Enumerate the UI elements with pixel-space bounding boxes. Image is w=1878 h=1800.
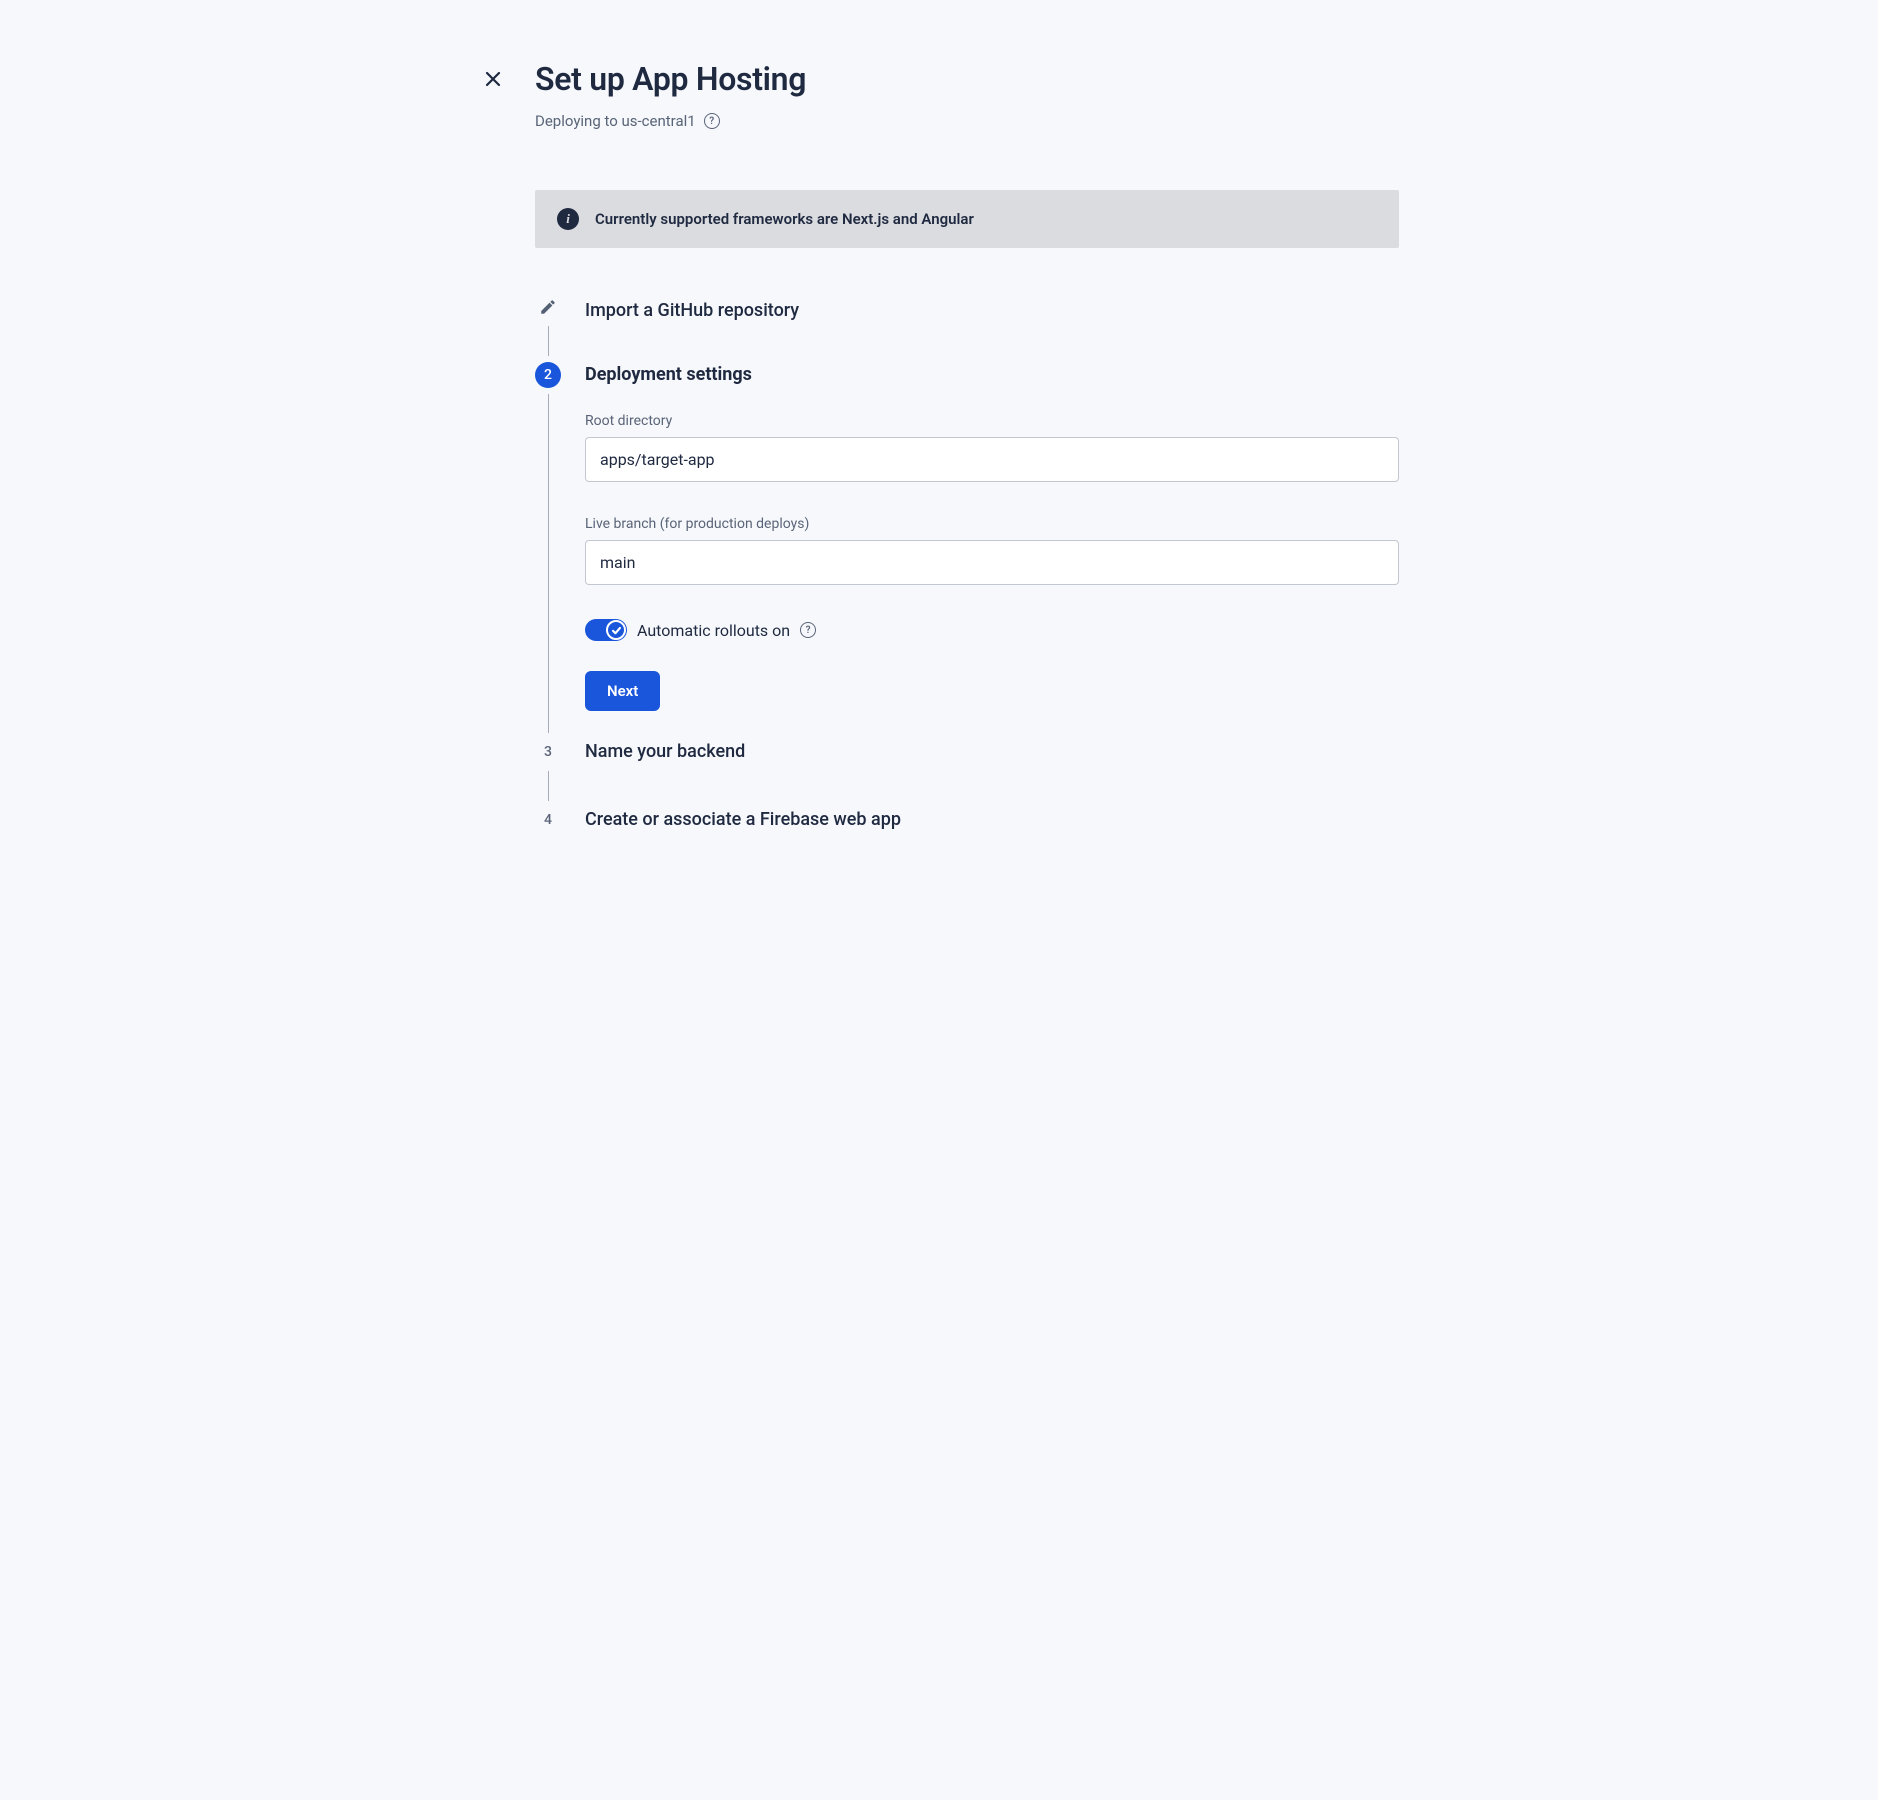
step-firebase-app[interactable]: 4 Create or associate a Firebase web app	[535, 807, 1399, 833]
check-icon	[611, 625, 622, 636]
deploy-region-label: Deploying to us-central1	[535, 112, 696, 130]
help-icon[interactable]: ?	[704, 113, 720, 129]
next-button[interactable]: Next	[585, 671, 660, 711]
step-title: Create or associate a Firebase web app	[585, 807, 1399, 830]
page-title: Set up App Hosting	[535, 60, 806, 98]
step-title: Import a GitHub repository	[585, 298, 1399, 321]
live-branch-input[interactable]	[585, 540, 1399, 585]
pencil-icon	[539, 298, 557, 320]
root-directory-input[interactable]	[585, 437, 1399, 482]
close-button[interactable]	[479, 65, 507, 93]
step-name-backend[interactable]: 3 Name your backend	[535, 739, 1399, 807]
step-number-badge: 2	[535, 362, 561, 388]
step-title: Name your backend	[585, 739, 1399, 762]
automatic-rollouts-toggle[interactable]	[585, 619, 627, 641]
info-banner-text: Currently supported frameworks are Next.…	[595, 210, 974, 228]
root-directory-label: Root directory	[585, 413, 1399, 429]
info-banner: i Currently supported frameworks are Nex…	[535, 190, 1399, 248]
step-number-badge: 3	[535, 739, 561, 765]
help-icon[interactable]: ?	[800, 622, 816, 638]
step-import-repo[interactable]: Import a GitHub repository	[535, 298, 1399, 362]
step-title: Deployment settings	[585, 362, 1399, 385]
step-number-badge: 4	[535, 807, 561, 833]
info-icon: i	[557, 208, 579, 230]
automatic-rollouts-label: Automatic rollouts on	[637, 621, 790, 640]
live-branch-label: Live branch (for production deploys)	[585, 516, 1399, 532]
step-deployment-settings: 2 Deployment settings Root directory Liv…	[535, 362, 1399, 739]
close-icon	[483, 69, 503, 89]
